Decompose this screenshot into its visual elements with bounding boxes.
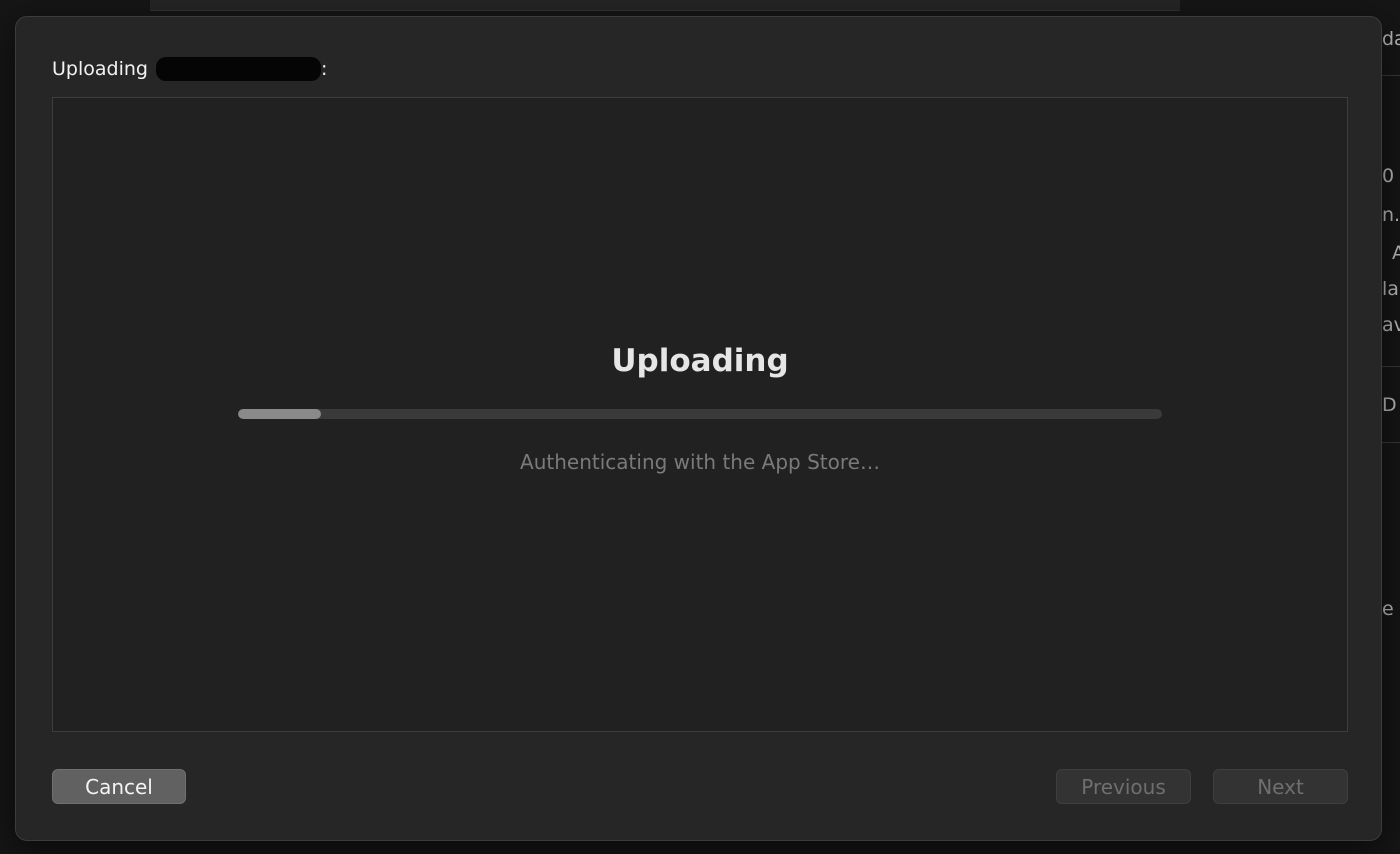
previous-button[interactable]: Previous (1056, 769, 1191, 804)
redacted-app-name (155, 57, 321, 81)
upload-sheet: Uploading : Uploading Authenticating wit… (15, 16, 1382, 841)
background-text-fragment: e (1382, 598, 1394, 620)
upload-status-heading: Uploading (611, 343, 789, 379)
upload-progress-bar (238, 409, 1162, 419)
upload-status-panel: Uploading Authenticating with the App St… (52, 97, 1348, 732)
sheet-title: Uploading : (52, 57, 327, 81)
background-text-fragment: D (1382, 394, 1397, 416)
background-toolbar (150, 0, 1180, 11)
background-text-fragment: la (1382, 278, 1399, 300)
background-divider (1380, 75, 1400, 76)
cancel-button[interactable]: Cancel (52, 769, 186, 804)
background-text-fragment: n. (1382, 204, 1400, 226)
sheet-title-suffix: : (320, 58, 328, 80)
background-text-fragment: da (1382, 28, 1400, 50)
sheet-title-prefix: Uploading (52, 58, 148, 80)
background-divider (1380, 442, 1400, 443)
next-button[interactable]: Next (1213, 769, 1348, 804)
background-window-edge: da 0 n. A la av D e (1380, 20, 1400, 720)
background-text-fragment: 0 (1382, 165, 1395, 187)
background-divider (1380, 366, 1400, 367)
upload-status-detail: Authenticating with the App Store… (520, 450, 880, 474)
background-text-fragment: av (1382, 314, 1400, 336)
background-text-fragment: A (1392, 242, 1400, 264)
upload-progress-fill (238, 409, 322, 419)
